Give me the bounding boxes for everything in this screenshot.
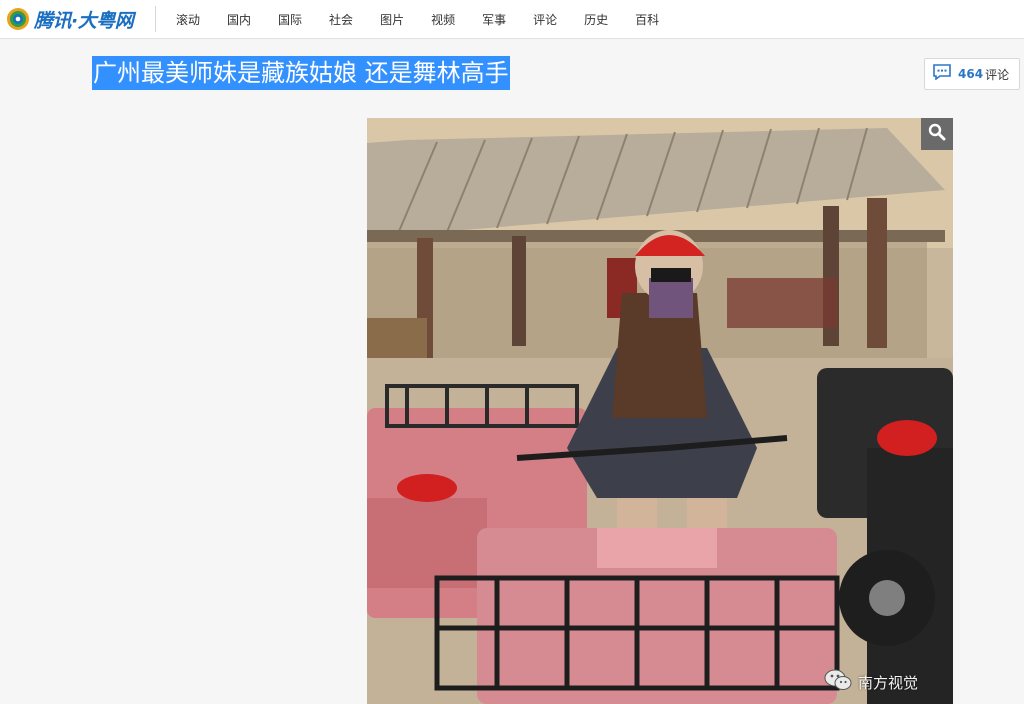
nav-item-video[interactable]: 视频 bbox=[423, 11, 463, 28]
wechat-icon bbox=[824, 668, 852, 696]
nav-item-opinion[interactable]: 评论 bbox=[525, 11, 565, 28]
nav-item-domestic[interactable]: 国内 bbox=[219, 11, 259, 28]
nav-item-encyclopedia[interactable]: 百科 bbox=[627, 11, 667, 28]
article-photo[interactable] bbox=[367, 118, 953, 704]
nav-item-military[interactable]: 军事 bbox=[474, 11, 514, 28]
logo-mark-icon bbox=[6, 7, 30, 31]
comments-button[interactable]: 464 评论 bbox=[924, 58, 1020, 90]
comment-count: 464 bbox=[958, 67, 984, 81]
comment-label: 评论 bbox=[985, 67, 1010, 82]
photo-scene bbox=[367, 118, 953, 704]
watermark-text: 南方视觉 bbox=[858, 673, 919, 692]
nav-item-pictures[interactable]: 图片 bbox=[372, 11, 412, 28]
site-logo[interactable]: 腾讯·大粤网 bbox=[6, 6, 134, 32]
main-nav: 滚动 国内 国际 社会 图片 视频 军事 评论 历史 百科 bbox=[168, 0, 678, 39]
magnifier-icon bbox=[928, 123, 946, 145]
nav-item-international[interactable]: 国际 bbox=[270, 11, 310, 28]
comment-bubble-icon bbox=[933, 64, 951, 84]
article-title[interactable]: 广州最美师妹是藏族姑娘 还是舞林高手 bbox=[93, 56, 509, 90]
photo-watermark: 南方视觉 bbox=[824, 668, 918, 696]
headline-selection: 广州最美师妹是藏族姑娘 还是舞林高手 bbox=[92, 56, 510, 90]
nav-item-scroll[interactable]: 滚动 bbox=[168, 11, 208, 28]
top-nav-bar: 腾讯·大粤网 滚动 国内 国际 社会 图片 视频 军事 评论 历史 百科 bbox=[0, 0, 1024, 39]
zoom-button[interactable] bbox=[921, 118, 953, 150]
nav-item-history[interactable]: 历史 bbox=[576, 11, 616, 28]
header-divider bbox=[155, 6, 156, 32]
nav-item-society[interactable]: 社会 bbox=[321, 11, 361, 28]
logo-text: 腾讯·大粤网 bbox=[34, 9, 134, 32]
